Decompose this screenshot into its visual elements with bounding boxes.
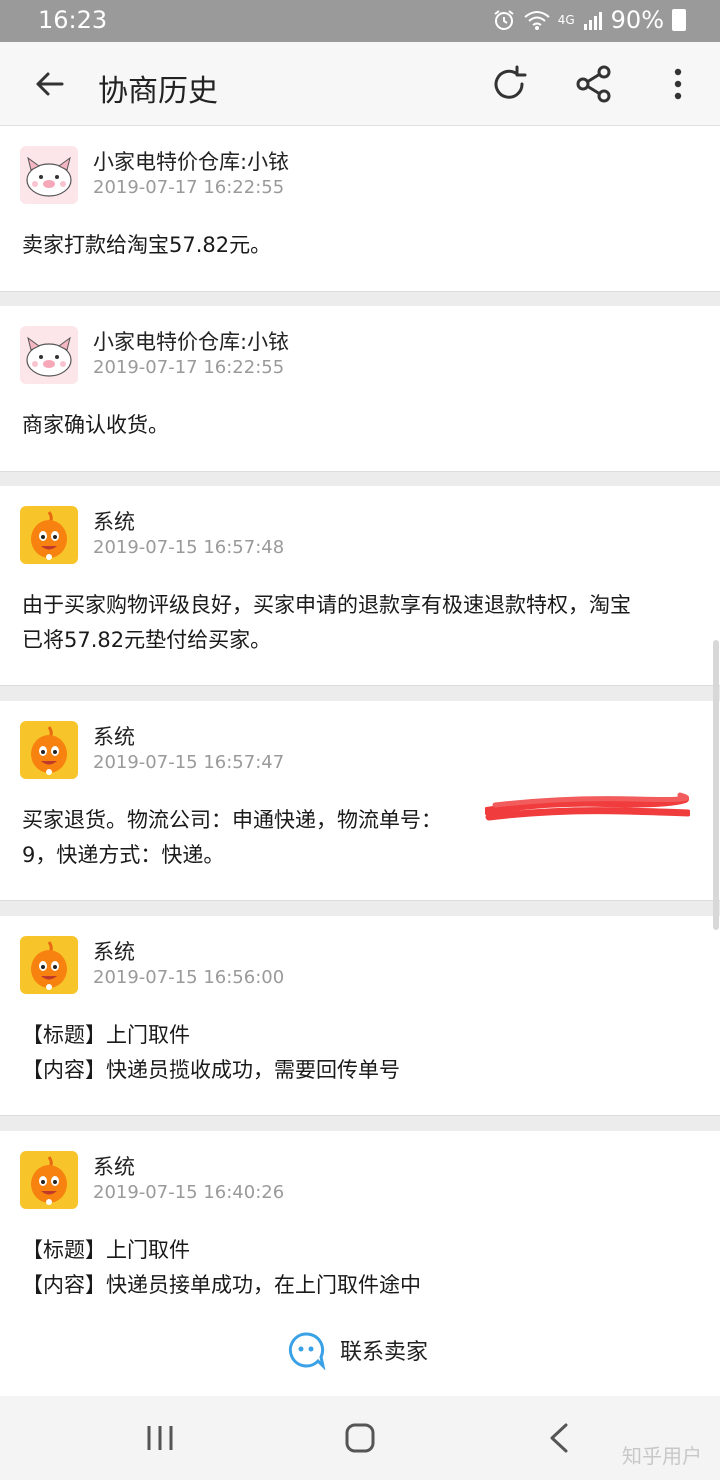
alarm-icon	[494, 10, 514, 30]
message-body: 【标题】上门取件 【内容】快递员揽收成功，需要回传单号	[22, 1018, 700, 1088]
message-card: 系统 2019-07-15 16:57:48 由于买家购物评级良好，买家申请的退…	[0, 486, 720, 686]
sender-name: 小家电特价仓库:小铱	[93, 330, 290, 354]
sender-name: 小家电特价仓库:小铱	[93, 150, 290, 174]
signal-icon	[583, 12, 602, 30]
message-card: 系统 2019-07-15 16:57:47 买家退货。物流公司：申通快递，物流…	[0, 701, 720, 901]
app-bar: 协商历史	[0, 42, 720, 126]
system-nav-bar: 知乎用户	[0, 1396, 720, 1480]
home-icon[interactable]	[340, 1418, 380, 1458]
status-icons: 4G 90%	[492, 6, 686, 34]
taobao-mascot-avatar	[20, 506, 78, 564]
pig-avatar	[20, 326, 78, 384]
message-line: 【内容】快递员接单成功，在上门取件途中	[22, 1273, 421, 1297]
message-line: 已将57.82元垫付给买家。	[22, 628, 272, 652]
message-line: 【标题】上门取件	[22, 1023, 190, 1047]
message-card: 小家电特价仓库:小铱 2019-07-17 16:22:55 商家确认收货。	[0, 306, 720, 472]
message-time: 2019-07-15 16:57:48	[93, 537, 285, 558]
taobao-mascot-avatar	[20, 936, 78, 994]
sender-name: 系统	[93, 510, 135, 534]
more-options-icon[interactable]	[658, 64, 698, 104]
network-type: 4G	[557, 13, 575, 27]
message-card: 小家电特价仓库:小铱 2019-07-17 16:22:55 卖家打款给淘宝57…	[0, 126, 720, 292]
sender-name: 系统	[93, 725, 135, 749]
message-line: 【内容】快递员揽收成功，需要回传单号	[22, 1058, 400, 1082]
taobao-mascot-avatar	[20, 721, 78, 779]
status-time: 16:23	[38, 6, 108, 34]
back-arrow-icon[interactable]	[30, 64, 70, 104]
status-bar: 16:23 4G 90%	[0, 0, 720, 42]
message-line: 商家确认收货。	[22, 413, 169, 437]
message-body: 商家确认收货。	[22, 408, 700, 443]
contact-seller-button[interactable]: 联系卖家	[0, 1312, 720, 1396]
share-icon[interactable]	[574, 64, 614, 104]
recent-apps-icon[interactable]	[140, 1418, 180, 1458]
page-title: 协商历史	[98, 74, 218, 109]
message-body: 【标题】上门取件 【内容】快递员接单成功，在上门取件途中	[22, 1233, 700, 1303]
back-nav-icon[interactable]	[540, 1418, 580, 1458]
refresh-icon[interactable]	[489, 64, 529, 104]
message-time: 2019-07-17 16:22:55	[93, 357, 285, 378]
redaction-scribble	[485, 792, 690, 821]
message-time: 2019-07-17 16:22:55	[93, 177, 285, 198]
message-line: 卖家打款给淘宝57.82元。	[22, 233, 272, 257]
watermark: 知乎用户	[622, 1444, 702, 1468]
message-time: 2019-07-15 16:56:00	[93, 967, 285, 988]
pig-avatar	[20, 146, 78, 204]
battery-icon	[672, 9, 686, 31]
message-line: 【标题】上门取件	[22, 1238, 190, 1262]
wifi-icon	[524, 11, 550, 30]
message-time: 2019-07-15 16:57:47	[93, 752, 285, 773]
sender-name: 系统	[93, 940, 135, 964]
scrollbar[interactable]	[713, 640, 719, 930]
contact-seller-label: 联系卖家	[340, 1340, 429, 1365]
battery-percent: 90%	[610, 6, 664, 34]
message-time: 2019-07-15 16:40:26	[93, 1182, 285, 1203]
message-list[interactable]: 小家电特价仓库:小铱 2019-07-17 16:22:55 卖家打款给淘宝57…	[0, 126, 720, 1396]
sender-name: 系统	[93, 1155, 135, 1179]
message-card: 系统 2019-07-15 16:56:00 【标题】上门取件 【内容】快递员揽…	[0, 916, 720, 1116]
taobao-mascot-avatar	[20, 1151, 78, 1209]
message-body: 由于买家购物评级良好，买家申请的退款享有极速退款特权，淘宝 已将57.82元垫付…	[22, 588, 700, 658]
chat-bubble-icon	[288, 1332, 326, 1370]
message-line: 由于买家购物评级良好，买家申请的退款享有极速退款特权，淘宝	[22, 593, 631, 617]
message-body: 卖家打款给淘宝57.82元。	[22, 228, 700, 263]
message-line: 9，快递方式：快递。	[22, 843, 225, 867]
